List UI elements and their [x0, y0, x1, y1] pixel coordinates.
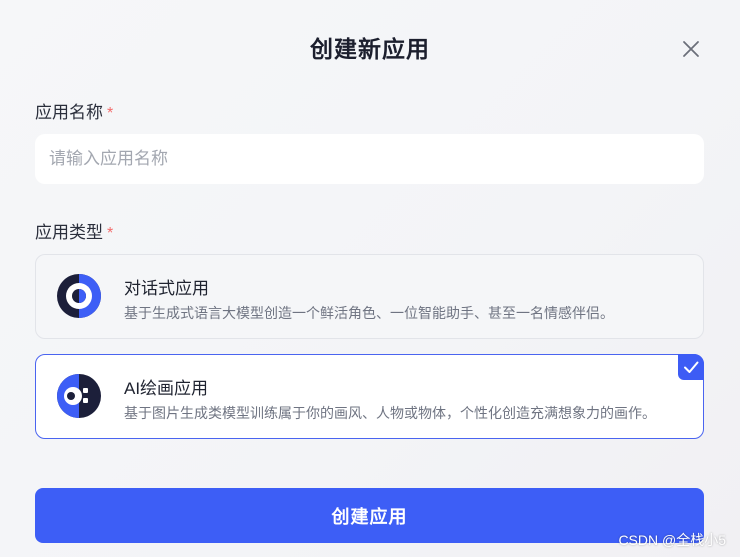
ai-painting-icon — [56, 373, 102, 419]
selected-badge — [678, 354, 704, 380]
create-app-dialog: 创建新应用 应用名称* 应用类型* 对话式应用 基于生成式语言大模型创造一个鲜活… — [0, 0, 740, 557]
app-type-label-text: 应用类型 — [35, 223, 103, 242]
dialog-title: 创建新应用 — [310, 36, 430, 62]
app-type-option-ai-painting[interactable]: AI绘画应用 基于图片生成类模型训练属于你的画风、人物或物体，个性化创造充满想象… — [35, 354, 704, 439]
close-icon — [683, 41, 699, 57]
app-type-option-chat[interactable]: 对话式应用 基于生成式语言大模型创造一个鲜活角色、一位智能助手、甚至一名情感伴侣… — [35, 254, 704, 339]
app-name-label: 应用名称 * — [35, 98, 113, 123]
create-app-button[interactable]: 创建应用 — [35, 488, 704, 543]
app-name-label-text: 应用名称 — [35, 103, 103, 122]
required-mark: * — [107, 105, 114, 122]
option-description: 基于生成式语言大模型创造一个鲜活角色、一位智能助手、甚至一名情感伴侣。 — [124, 305, 614, 321]
app-name-input[interactable] — [35, 134, 704, 184]
option-title: AI绘画应用 — [124, 379, 209, 398]
check-icon — [684, 361, 699, 373]
app-type-label: 应用类型 * — [35, 218, 113, 243]
option-description: 基于图片生成类模型训练属于你的画风、人物或物体，个性化创造充满想象力的画作。 — [124, 405, 656, 421]
option-title: 对话式应用 — [124, 279, 209, 298]
close-button[interactable] — [680, 38, 702, 60]
watermark: CSDN @全栈小5 — [618, 532, 726, 548]
required-mark: * — [107, 225, 114, 242]
chat-app-icon — [56, 273, 102, 319]
